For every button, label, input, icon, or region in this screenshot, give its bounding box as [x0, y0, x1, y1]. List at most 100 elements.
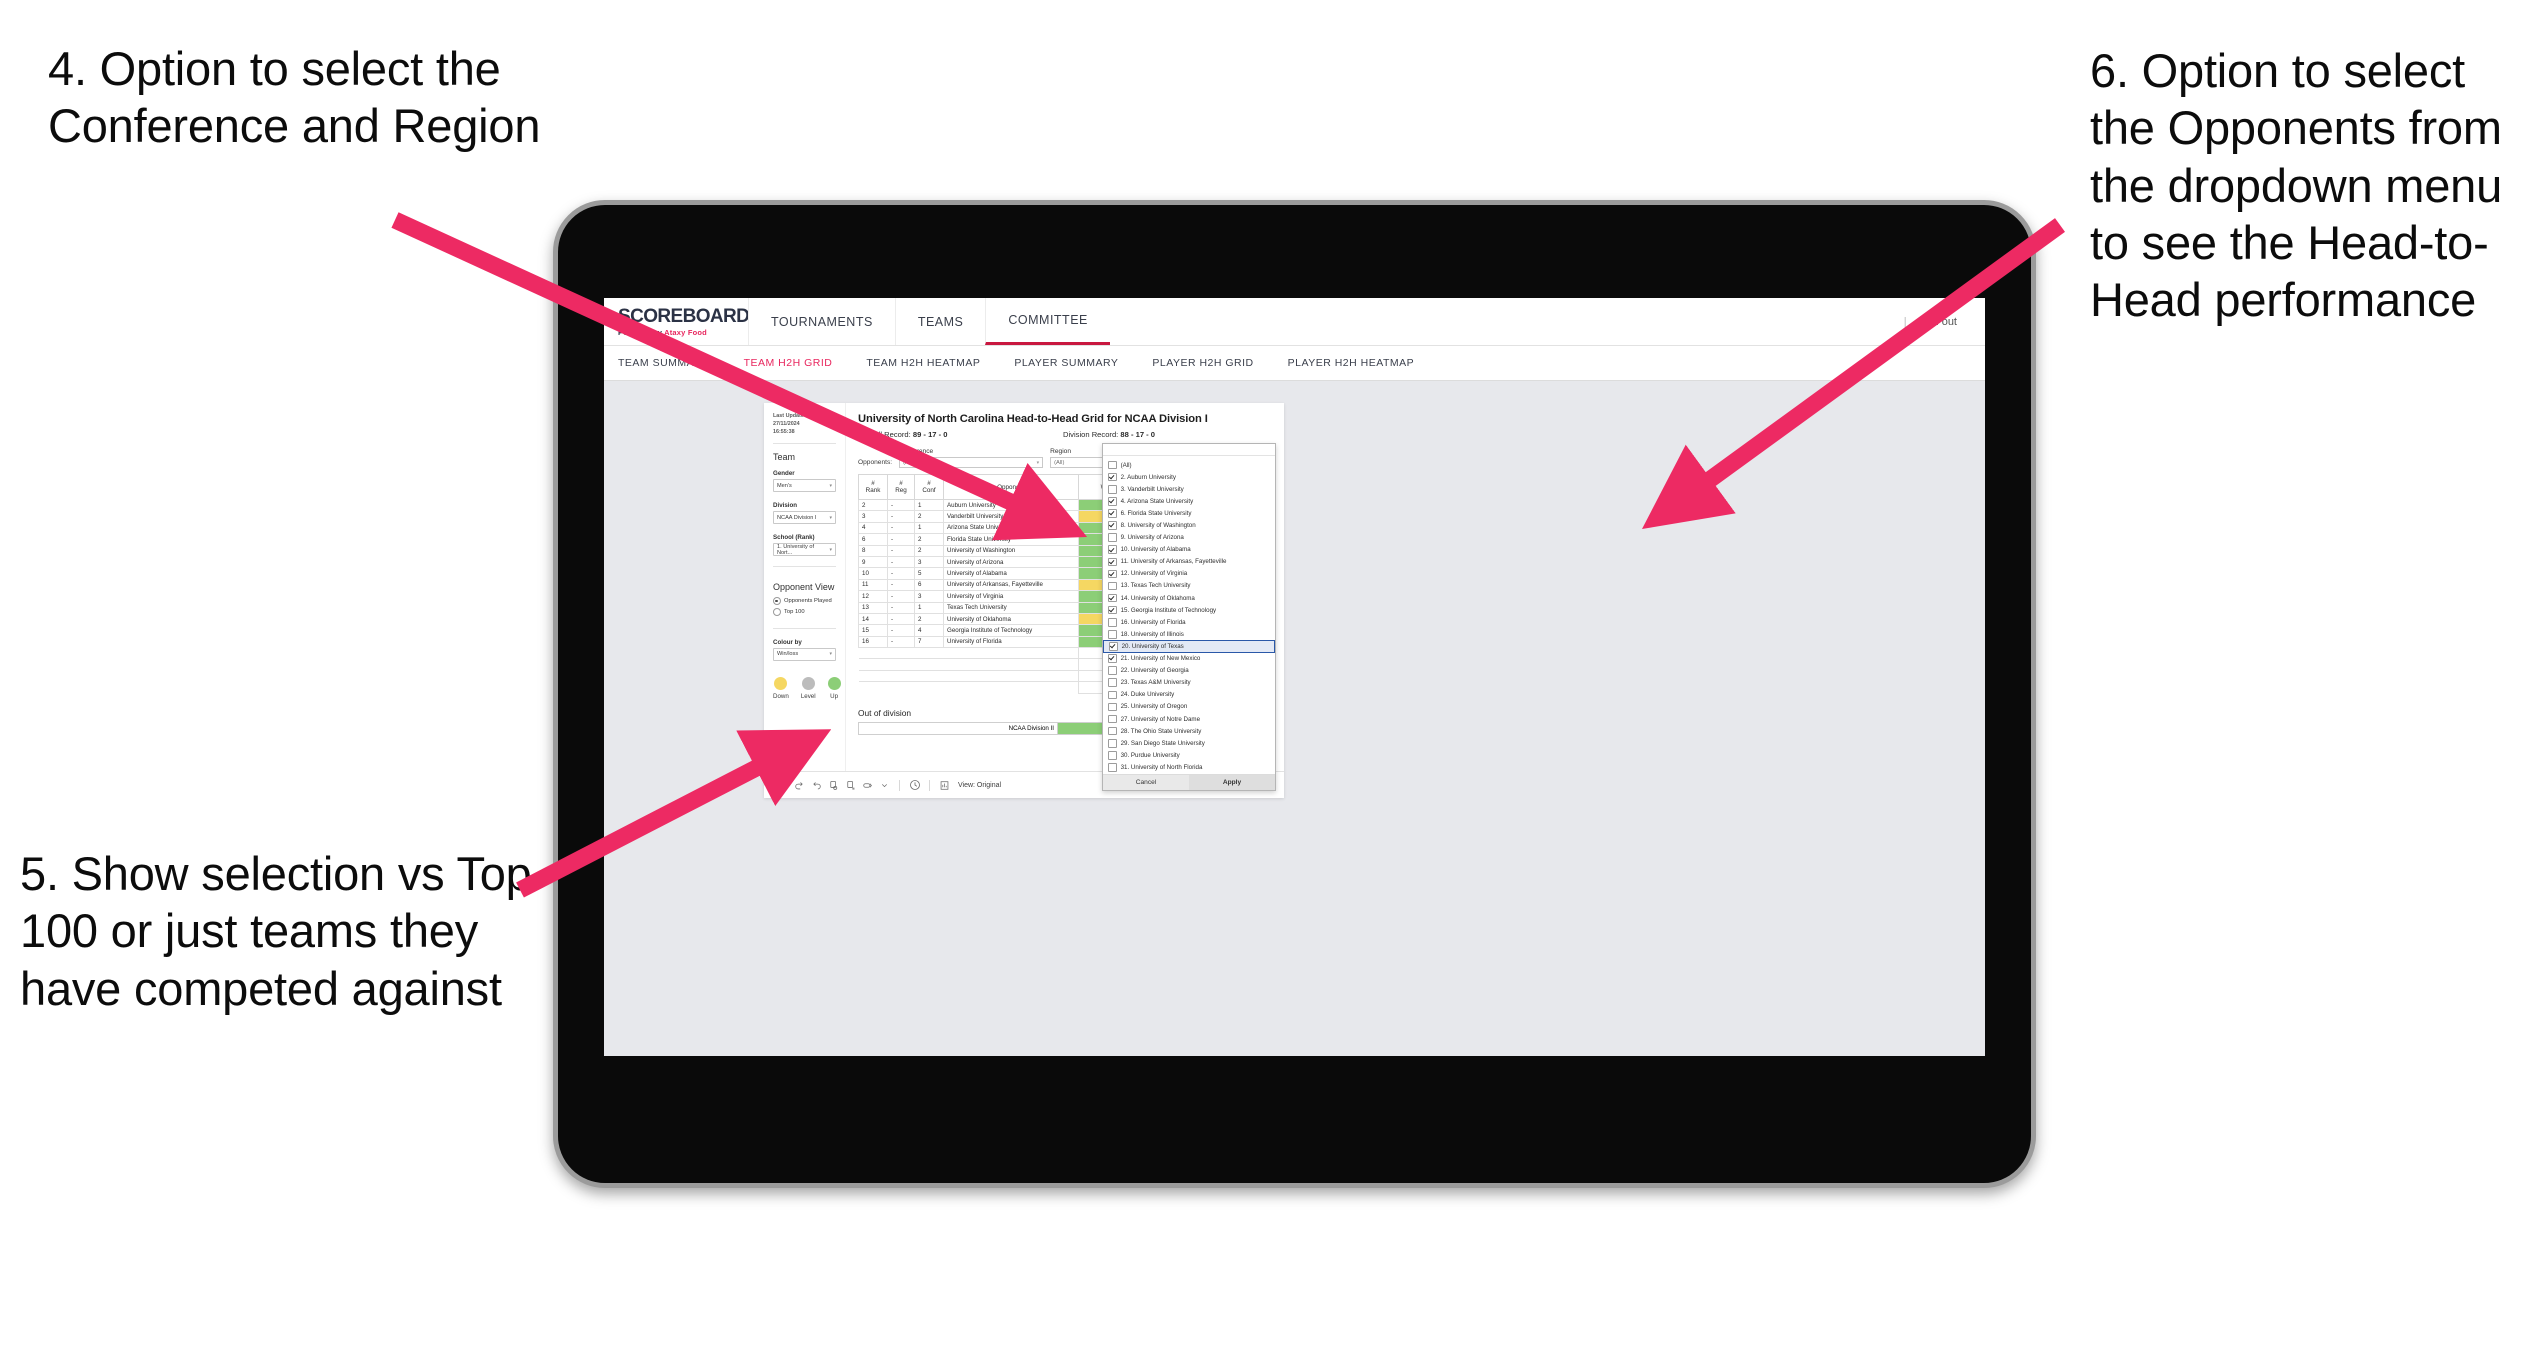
cell-empty — [858, 669, 1079, 682]
checkbox-unchecked-icon[interactable] — [1108, 484, 1117, 494]
division-select[interactable]: NCAA Division I ▾ — [773, 511, 836, 525]
tab-player-summary[interactable]: PLAYER SUMMARY — [997, 357, 1135, 369]
colour-by-select[interactable]: Win/loss ▾ — [773, 647, 836, 661]
checkbox-unchecked-icon[interactable] — [1108, 702, 1117, 712]
dropdown-option[interactable]: 10. University of Alabama — [1103, 544, 1275, 556]
cell-reg: - — [887, 601, 915, 614]
checkbox-unchecked-icon[interactable] — [1108, 617, 1117, 627]
radio-opponents-played[interactable]: Opponents Played — [773, 597, 836, 606]
checkbox-checked-icon[interactable] — [1108, 605, 1117, 615]
dropdown-option[interactable]: 23. Texas A&M University — [1103, 677, 1275, 689]
dropdown-option[interactable]: 8. University of Washington — [1103, 519, 1275, 531]
checkbox-unchecked-icon[interactable] — [1108, 763, 1117, 772]
dropdown-option[interactable]: 20. University of Texas — [1103, 640, 1275, 653]
annotation-5-text: 5. Show selection vs Top 100 or just tea… — [20, 847, 532, 1015]
cancel-button[interactable]: Cancel — [1103, 775, 1189, 790]
checkbox-unchecked-icon[interactable] — [1108, 690, 1117, 700]
dropdown-option[interactable]: 15. Georgia Institute of Technology — [1103, 604, 1275, 616]
opponent-dropdown-panel[interactable]: (All) 2. Auburn University 3. Vanderbilt U… — [1102, 443, 1276, 792]
dropdown-option[interactable]: 31. University of North Florida — [1103, 761, 1275, 773]
tab-player-h2h-grid[interactable]: PLAYER H2H GRID — [1135, 357, 1270, 369]
nav-item-committee[interactable]: COMMITTEE — [985, 298, 1110, 345]
dropdown-option[interactable]: 9. University of Arizona — [1103, 532, 1275, 544]
dropdown-option[interactable]: 22. University of Georgia — [1103, 665, 1275, 677]
checkbox-unchecked-icon[interactable] — [1108, 714, 1117, 724]
redo-icon[interactable] — [791, 777, 808, 794]
checkbox-checked-icon[interactable] — [1109, 642, 1118, 651]
sign-out-link[interactable]: Sign out — [1917, 316, 1957, 328]
cell-opponent: Auburn University — [943, 498, 1079, 512]
checkbox-unchecked-icon[interactable] — [1108, 666, 1117, 675]
legend-label-up: Up — [830, 692, 839, 700]
dropdown-option[interactable]: 2. Auburn University — [1103, 471, 1275, 483]
dropdown-option[interactable]: 16. University of Florida — [1103, 616, 1275, 628]
cell-conf: 7 — [914, 635, 944, 649]
dropdown-option[interactable]: 21. University of New Mexico — [1103, 653, 1275, 665]
dropdown-option[interactable]: 18. University of Illinois — [1103, 628, 1275, 640]
header-divider: | — [1903, 315, 1907, 328]
checkbox-checked-icon[interactable] — [1108, 472, 1117, 482]
opponent-dropdown-search[interactable] — [1103, 444, 1275, 456]
dropdown-option[interactable]: 30. Purdue University — [1103, 749, 1275, 761]
tab-player-h2h-heatmap[interactable]: PLAYER H2H HEATMAP — [1271, 357, 1431, 369]
apply-button[interactable]: Apply — [1189, 775, 1275, 791]
checkbox-checked-icon[interactable] — [1108, 545, 1117, 554]
conference-filter: Conference (All) ▾ — [899, 448, 1044, 468]
dropdown-option-label: 14. University of Oklahoma — [1120, 594, 1195, 602]
tab-team-h2h-grid[interactable]: TEAM H2H GRID — [727, 357, 850, 369]
dropdown-option[interactable]: 24. Duke University — [1103, 689, 1275, 701]
opponent-view-heading: Opponent View — [773, 582, 835, 593]
school-select[interactable]: 1. University of Nort... ▾ — [773, 543, 836, 557]
checkbox-checked-icon[interactable] — [1108, 521, 1117, 530]
cell-reg: - — [887, 533, 915, 546]
checkbox-checked-icon[interactable] — [1108, 569, 1117, 579]
cell-opponent: Arizona State University — [943, 521, 1079, 535]
checkbox-checked-icon[interactable] — [1108, 509, 1117, 518]
dropdown-option[interactable]: 13. Texas Tech University — [1103, 580, 1275, 592]
cell-reg: - — [887, 555, 915, 569]
checkbox-unchecked-icon[interactable] — [1108, 460, 1117, 470]
radio-top-100[interactable]: Top 100 — [773, 607, 836, 616]
checkbox-unchecked-icon[interactable] — [1108, 726, 1117, 736]
dropdown-option[interactable]: 11. University of Arkansas, Fayetteville — [1103, 556, 1275, 568]
view-original-label[interactable]: View: Original — [958, 782, 1001, 789]
dropdown-option[interactable]: 29. San Diego State University — [1103, 737, 1275, 749]
share-icon[interactable] — [859, 777, 876, 794]
checkbox-unchecked-icon[interactable] — [1108, 630, 1117, 639]
view-original-icon[interactable] — [936, 777, 953, 794]
checkbox-unchecked-icon[interactable] — [1108, 678, 1117, 688]
dropdown-option[interactable]: 12. University of Virginia — [1103, 568, 1275, 580]
checkbox-checked-icon[interactable] — [1108, 557, 1117, 567]
nav-item-teams[interactable]: TEAMS — [894, 298, 986, 345]
undo-icon[interactable] — [774, 777, 791, 794]
nav-item-tournaments[interactable]: TOURNAMENTS — [748, 298, 895, 345]
checkbox-checked-icon[interactable] — [1108, 654, 1117, 663]
dropdown-option[interactable]: 4. Arizona State University — [1103, 495, 1275, 507]
checkbox-unchecked-icon[interactable] — [1108, 751, 1117, 760]
dropdown-option[interactable]: 25. University of Oregon — [1103, 701, 1275, 713]
conference-select[interactable]: (All) ▾ — [899, 457, 1044, 468]
gender-select[interactable]: Men's ▾ — [773, 479, 836, 493]
refresh-data-icon[interactable] — [825, 777, 842, 794]
tab-team-h2h-heatmap[interactable]: TEAM H2H HEATMAP — [849, 357, 997, 369]
pause-auto-update-icon[interactable] — [906, 777, 923, 794]
dropdown-option[interactable]: 14. University of Oklahoma — [1103, 592, 1275, 604]
tab-team-summary[interactable]: TEAM SUMMARY — [618, 357, 727, 369]
dropdown-option[interactable]: 27. University of Notre Dame — [1103, 713, 1275, 725]
conference-value: (All) — [903, 459, 914, 466]
checkbox-checked-icon[interactable] — [1108, 497, 1117, 506]
app-logo[interactable]: SCOREBOARD Powered by Ataxy Food — [604, 298, 750, 345]
dropdown-option[interactable]: 6. Florida State University — [1103, 507, 1275, 519]
dropdown-option[interactable]: 28. The Ohio State University — [1103, 725, 1275, 737]
checkbox-unchecked-icon[interactable] — [1108, 533, 1117, 542]
revert-icon[interactable] — [808, 777, 825, 794]
dropdown-option[interactable]: 3. Vanderbilt University — [1103, 483, 1275, 495]
checkbox-checked-icon[interactable] — [1108, 593, 1117, 603]
chevron-down-icon[interactable] — [876, 777, 893, 794]
dropdown-option[interactable]: (All) — [1103, 459, 1275, 471]
pause-updates-icon[interactable] — [842, 777, 859, 794]
checkbox-unchecked-icon[interactable] — [1108, 581, 1117, 591]
checkbox-unchecked-icon[interactable] — [1108, 738, 1117, 748]
opponent-dropdown-list: (All) 2. Auburn University 3. Vanderbilt U… — [1103, 456, 1275, 774]
legend-swatch-up — [827, 676, 841, 690]
